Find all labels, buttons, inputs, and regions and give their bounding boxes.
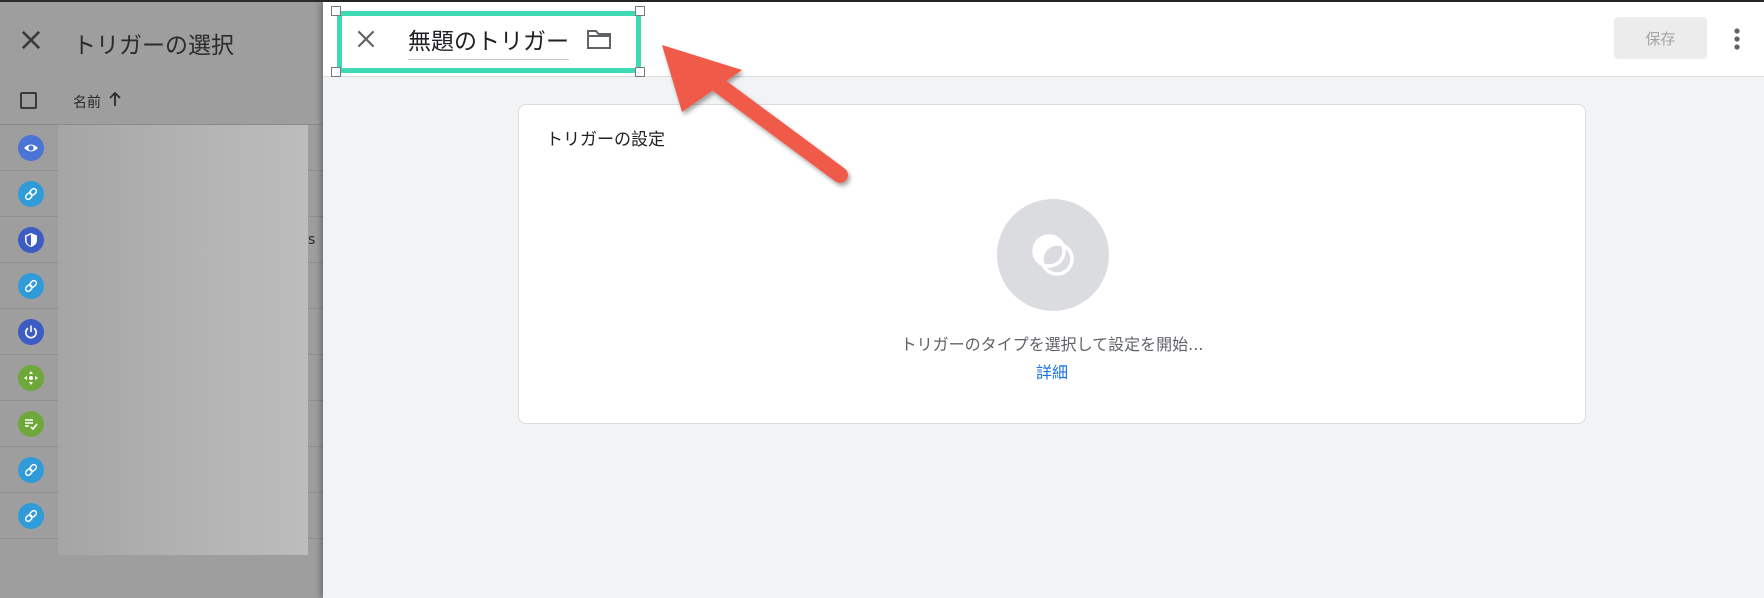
trigger-editor-panel: 無題のトリガー 保存 トリガーの設定 トリガーのタイプを選択して設定を開始...… bbox=[323, 2, 1764, 598]
shield-icon bbox=[18, 227, 44, 253]
annotation-arrow-icon bbox=[662, 45, 848, 183]
link-icon bbox=[18, 273, 44, 299]
trigger-selection-title: トリガーの選択 bbox=[73, 33, 234, 59]
table-column-header: 名前 bbox=[0, 78, 323, 125]
learn-more-link[interactable]: 詳細 bbox=[519, 359, 1585, 383]
partial-row-text: s bbox=[308, 232, 316, 248]
annotation-resize-handle bbox=[331, 6, 341, 16]
save-button[interactable]: 保存 bbox=[1614, 17, 1707, 59]
select-all-checkbox[interactable] bbox=[20, 92, 37, 109]
trigger-selection-panel: トリガーの選択 名前 s bbox=[0, 2, 323, 598]
column-name-header[interactable]: 名前 bbox=[73, 92, 101, 112]
link-icon bbox=[18, 181, 44, 207]
trigger-type-placeholder-icon[interactable] bbox=[997, 199, 1109, 311]
form-check-icon bbox=[18, 411, 44, 437]
link-icon bbox=[18, 503, 44, 529]
annotation-highlight-box bbox=[337, 11, 641, 73]
card-title: トリガーの設定 bbox=[546, 130, 665, 150]
more-options-icon[interactable] bbox=[1727, 22, 1747, 56]
move-icon bbox=[18, 365, 44, 391]
annotation-resize-handle bbox=[635, 67, 645, 77]
power-icon bbox=[18, 319, 44, 345]
annotation-resize-handle bbox=[331, 67, 341, 77]
sort-up-arrow-icon[interactable] bbox=[108, 91, 122, 107]
eye-icon bbox=[18, 135, 44, 161]
redacted-trigger-names bbox=[58, 125, 308, 555]
annotation-resize-handle bbox=[635, 6, 645, 16]
trigger-selection-header: トリガーの選択 bbox=[0, 2, 323, 78]
choose-trigger-type-hint: トリガーのタイプを選択して設定を開始... bbox=[900, 335, 1204, 354]
link-icon bbox=[18, 457, 44, 483]
close-icon[interactable] bbox=[17, 26, 45, 54]
panel-footer bbox=[0, 555, 323, 598]
